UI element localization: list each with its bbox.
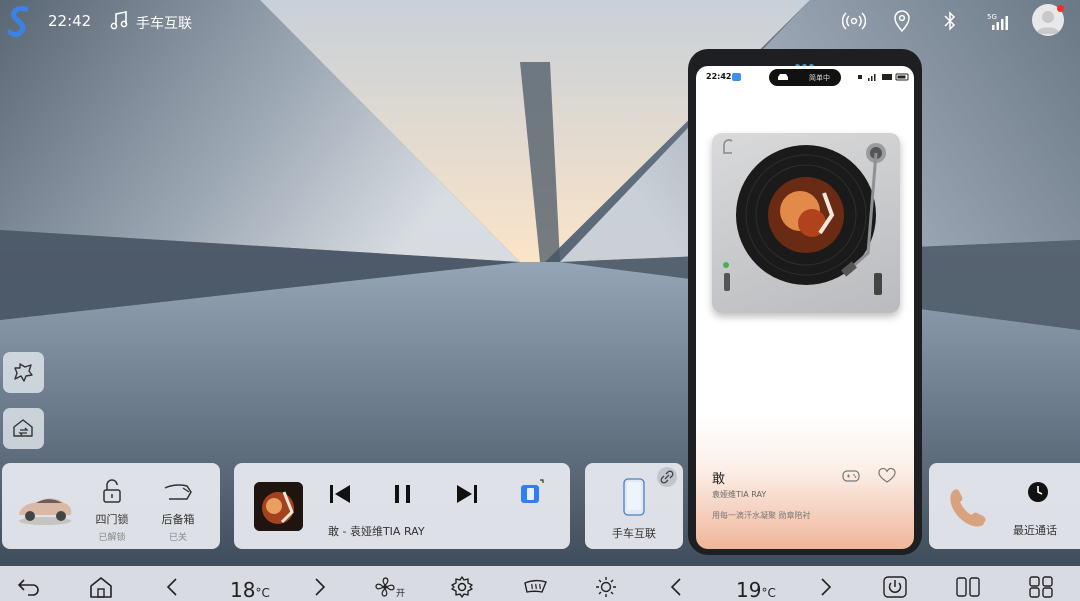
turntable-image	[723, 139, 886, 295]
right-temp-unit: °C	[761, 586, 776, 600]
now-playing-text: 敢 - 袁娅维TIA RAY	[328, 525, 425, 538]
cast-icon[interactable]	[518, 479, 544, 505]
windshield-defrost-icon[interactable]	[522, 576, 548, 598]
car-icon	[778, 74, 788, 80]
status-bar: 22:42 手车互联 5G	[0, 0, 1080, 44]
home-share-icon	[13, 419, 33, 437]
phone-card[interactable]: 最近通话	[929, 463, 1080, 549]
puzzle-icon	[14, 363, 33, 382]
door-lock-status: 已解锁	[98, 533, 126, 543]
phone-app-badge	[732, 73, 741, 81]
chevron-left-icon[interactable]	[160, 576, 186, 598]
signal-5g-icon: 5G	[987, 13, 1008, 30]
chevron-right-icon[interactable]	[812, 576, 838, 598]
trunk-control[interactable]: 后备箱 已关	[151, 479, 205, 543]
location-icon[interactable]	[890, 10, 914, 32]
recent-calls-label: 最近通话	[1013, 524, 1057, 537]
settings-icon[interactable]	[449, 576, 475, 598]
clock-icon	[1028, 482, 1048, 502]
left-temperature: 18°C	[230, 578, 270, 601]
status-app-name[interactable]: 手车互联	[136, 13, 192, 33]
trunk-icon	[164, 484, 192, 500]
phone-link-card[interactable]: 手车互联	[585, 463, 683, 549]
home-icon[interactable]	[88, 576, 114, 598]
phone-lyric: 用每一滴汗水凝聚 勋章陪衬	[712, 511, 811, 520]
brightness-icon[interactable]	[593, 576, 619, 598]
heart-icon[interactable]	[878, 468, 896, 484]
puzzle-button[interactable]	[3, 352, 44, 393]
hotspot-icon[interactable]	[842, 10, 866, 32]
album-art[interactable]	[254, 482, 303, 531]
notification-dot	[1057, 5, 1064, 12]
album-art-image	[254, 482, 303, 531]
network-label: 5G	[987, 13, 997, 21]
trunk-status: 已关	[168, 533, 187, 543]
left-temp-value: 18	[230, 578, 256, 601]
music-note-icon	[110, 11, 128, 30]
back-icon[interactable]	[16, 576, 42, 598]
fan-state-label: 开	[396, 589, 406, 599]
phone-pill-text: 简单中	[809, 74, 830, 82]
vehicle-card[interactable]: 四门锁 已解锁 后备箱 已关	[2, 463, 220, 549]
phone-mirror-screen[interactable]: 22:42 简单中 敢 袁娅维TIA RAY 用每一滴汗水凝聚 勋章陪衬	[696, 66, 914, 549]
door-lock-label: 四门锁	[95, 513, 129, 526]
left-temp-unit: °C	[255, 586, 270, 600]
power-icon[interactable]	[882, 576, 908, 598]
phone-dynamic-island[interactable]: 简单中	[769, 69, 841, 86]
right-temp-value: 19	[736, 578, 762, 601]
pause-icon[interactable]	[390, 481, 416, 507]
trunk-label: 后备箱	[161, 513, 195, 526]
phone-icon	[623, 478, 645, 516]
phone-window-handle[interactable]	[795, 54, 819, 69]
music-card[interactable]: 敢 - 袁娅维TIA RAY	[234, 463, 570, 549]
phone-status-icons	[858, 73, 909, 81]
phone-time: 22:42	[706, 72, 732, 81]
unlock-icon	[103, 479, 121, 503]
right-temperature: 19°C	[736, 578, 776, 601]
s-logo-icon[interactable]	[6, 5, 32, 37]
status-time: 22:42	[48, 12, 92, 30]
link-badge	[657, 467, 677, 487]
split-screen-icon[interactable]	[955, 576, 981, 598]
door-lock-control[interactable]: 四门锁 已解锁	[85, 479, 139, 543]
apps-grid-icon[interactable]	[1028, 576, 1054, 598]
handset-icon[interactable]	[945, 485, 991, 531]
phone-link-label: 手车互联	[612, 527, 656, 540]
phone-song-title: 敢	[712, 472, 726, 487]
bottom-dock: 18°C 开 19°C	[0, 566, 1080, 601]
next-icon[interactable]	[454, 481, 480, 507]
chevron-right-icon[interactable]	[306, 576, 332, 598]
car-image	[19, 498, 72, 525]
phone-artist: 袁娅维TIA RAY	[712, 490, 767, 499]
bluetooth-icon[interactable]	[938, 10, 962, 32]
previous-icon[interactable]	[327, 481, 353, 507]
gamepad-icon[interactable]	[842, 468, 860, 484]
home-share-button[interactable]	[3, 408, 44, 449]
turntable-art[interactable]	[712, 133, 900, 313]
chevron-left-icon[interactable]	[664, 576, 690, 598]
link-icon	[660, 470, 674, 484]
